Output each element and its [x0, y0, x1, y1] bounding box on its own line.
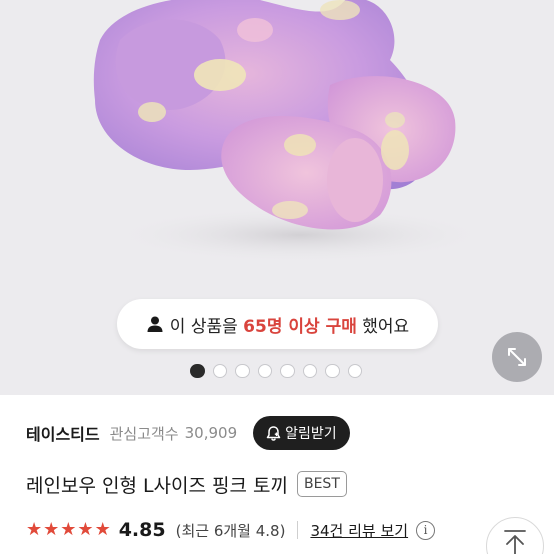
divider	[297, 521, 299, 539]
carousel-dot[interactable]	[257, 363, 272, 379]
notify-button[interactable]: 알림받기	[253, 416, 350, 450]
carousel-dot[interactable]	[302, 363, 317, 379]
scroll-to-top-button[interactable]	[486, 517, 544, 554]
rating-stars: ★ ★ ★ ★ ★	[26, 521, 111, 539]
arrow-up-icon	[504, 530, 526, 554]
favorite-label: 관심고객수	[109, 424, 179, 443]
buyer-banner-highlight: 65명 이상 구매	[243, 316, 357, 337]
carousel-indicator	[190, 363, 362, 379]
person-icon	[147, 316, 163, 332]
expand-image-button[interactable]	[492, 332, 542, 382]
buyer-banner-prefix: 이 상품을	[169, 316, 244, 337]
recent-rating: (최근 6개월 4.8)	[175, 521, 286, 540]
star-icon: ★	[43, 519, 60, 540]
buyer-count-banner: 이 상품을 65명 이상 구매 했어요	[117, 299, 438, 349]
product-title: 레인보우 인형 L사이즈 핑크 토끼	[26, 474, 288, 497]
shop-info-row: 테이스티드 관심고객수 30,909 알림받기	[26, 414, 536, 452]
star-icon: ★	[26, 519, 43, 540]
info-icon[interactable]: i	[416, 520, 436, 540]
notify-button-label: 알림받기	[285, 426, 337, 442]
bell-icon	[266, 425, 281, 441]
shop-name-link[interactable]: 테이스티드	[26, 421, 100, 445]
star-icon: ★	[60, 519, 77, 540]
product-image-carousel[interactable]: 이 상품을 65명 이상 구매 했어요	[0, 0, 554, 395]
carousel-dot[interactable]	[235, 363, 250, 379]
carousel-dot[interactable]	[347, 363, 362, 379]
reviews-link[interactable]: 34건 리뷰 보기	[310, 520, 408, 541]
star-icon: ★	[94, 519, 111, 540]
product-title-row: 레인보우 인형 L사이즈 핑크 토끼 BEST	[26, 468, 546, 500]
favorite-count: 30,909	[184, 424, 238, 442]
carousel-dot[interactable]	[190, 363, 205, 379]
carousel-dot[interactable]	[280, 363, 295, 379]
carousel-dot[interactable]	[325, 363, 340, 379]
carousel-dot[interactable]	[212, 363, 227, 379]
best-badge: BEST	[296, 471, 347, 497]
star-icon: ★	[77, 519, 94, 540]
rating-score: 4.85	[118, 519, 166, 541]
expand-icon	[508, 348, 526, 366]
rating-row: ★ ★ ★ ★ ★ 4.85 (최근 6개월 4.8) 34건 리뷰 보기 i	[26, 516, 456, 544]
buyer-banner-suffix: 했어요	[356, 316, 410, 337]
